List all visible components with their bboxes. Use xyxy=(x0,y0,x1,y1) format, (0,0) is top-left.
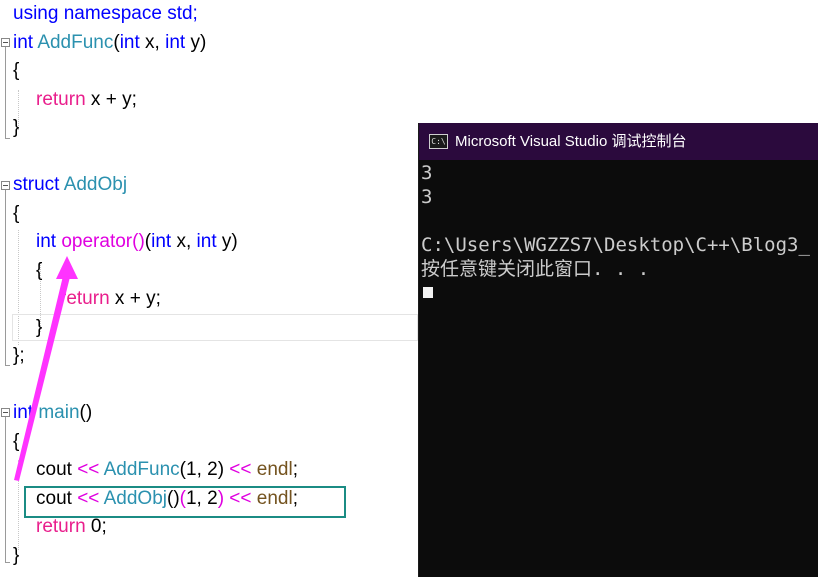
console-cursor xyxy=(423,287,433,298)
console-output[interactable]: 3 3 C:\Users\WGZZS7\Desktop\C++\Blog3_ 按… xyxy=(421,161,818,561)
console-app-icon: C:\ xyxy=(429,134,448,149)
console-line: 按任意键关闭此窗口. . . xyxy=(421,258,650,280)
annotation-arrow-shaft xyxy=(14,276,70,481)
console-line: 3 xyxy=(421,186,433,208)
annotation-arrow-head xyxy=(56,256,78,279)
debug-console-window[interactable]: C:\ Microsoft Visual Studio 调试控制台 3 3 C:… xyxy=(418,123,818,577)
console-line: C:\Users\WGZZS7\Desktop\C++\Blog3_ xyxy=(421,234,810,256)
console-line: 3 xyxy=(421,162,433,184)
console-titlebar[interactable]: C:\ Microsoft Visual Studio 调试控制台 xyxy=(419,123,818,160)
console-title: Microsoft Visual Studio 调试控制台 xyxy=(455,133,687,150)
